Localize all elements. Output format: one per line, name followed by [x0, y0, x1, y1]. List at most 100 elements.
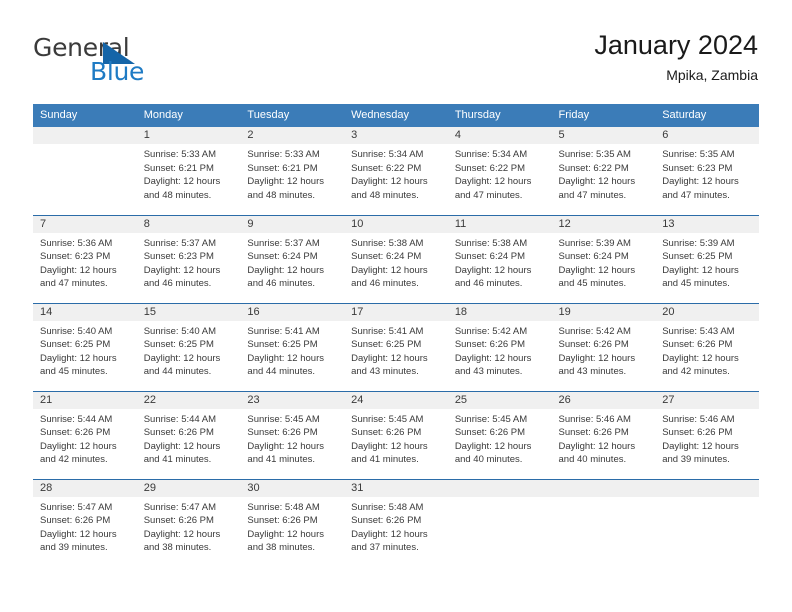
day-number: 2 [240, 127, 345, 144]
calendar-day-cell[interactable]: 1 Sunrise: 5:33 AM Sunset: 6:21 PM Daylight… [136, 127, 241, 215]
sunrise-text: Sunrise: 5:48 AM [247, 501, 320, 513]
day-number: 22 [136, 391, 241, 409]
calendar-day-cell[interactable]: 19 Sunrise: 5:42 AM Sunset: 6:26 PM Dayligh… [551, 302, 656, 391]
sunrise-text: Sunrise: 5:36 AM [40, 237, 113, 249]
calendar-day-cell[interactable]: 22 Sunrise: 5:44 AM Sunset: 6:26 PM Dayligh… [136, 390, 241, 479]
daylight-text-line1: Daylight: 12 hours [351, 528, 428, 540]
calendar-day-cell[interactable]: 18 Sunrise: 5:42 AM Sunset: 6:26 PM Dayligh… [447, 302, 552, 391]
calendar-day-cell[interactable]: 6 Sunrise: 5:35 AM Sunset: 6:23 PM Daylight… [655, 127, 759, 215]
calendar-day-cell[interactable]: 14 Sunrise: 5:40 AM Sunset: 6:25 PM Dayligh… [33, 302, 137, 391]
day-number [33, 127, 137, 144]
day-number: 6 [655, 127, 759, 144]
calendar-day-cell[interactable]: 30 Sunrise: 5:48 AM Sunset: 6:26 PM Dayligh… [240, 478, 345, 567]
calendar-day-cell[interactable]: 23 Sunrise: 5:45 AM Sunset: 6:26 PM Dayligh… [240, 390, 345, 479]
sunrise-text: Sunrise: 5:34 AM [351, 149, 424, 160]
calendar-day-cell[interactable]: 25 Sunrise: 5:45 AM Sunset: 6:26 PM Dayligh… [447, 390, 552, 479]
weekday-header-monday: Monday [136, 104, 241, 127]
calendar-day-cell[interactable]: 28 Sunrise: 5:47 AM Sunset: 6:26 PM Dayligh… [33, 478, 137, 567]
calendar-day-cell[interactable]: 9 Sunrise: 5:37 AM Sunset: 6:24 PM Daylight… [240, 214, 345, 303]
daylight-text-line2: and 38 minutes. [143, 542, 212, 553]
day-number: 27 [655, 391, 759, 409]
day-details: Sunrise: 5:45 AM Sunset: 6:26 PM Daylight:… [240, 409, 344, 467]
calendar-day-cell[interactable]: 21 Sunrise: 5:44 AM Sunset: 6:26 PM Dayligh… [33, 390, 137, 479]
daylight-text-line2: and 45 minutes. [40, 366, 108, 377]
daylight-text-line2: and 38 minutes. [247, 542, 316, 553]
day-number: 19 [551, 303, 656, 321]
daylight-text-line2: and 39 minutes. [40, 542, 108, 553]
calendar-day-cell[interactable]: 13 Sunrise: 5:39 AM Sunset: 6:25 PM Dayligh… [655, 214, 759, 303]
sunset-text: Sunset: 6:26 PM [247, 427, 318, 438]
day-details: Sunrise: 5:44 AM Sunset: 6:26 PM Daylight:… [137, 409, 241, 467]
daylight-text-line1: Daylight: 12 hours [247, 264, 324, 276]
daylight-text-line1: Daylight: 12 hours [40, 440, 117, 452]
day-details: Sunrise: 5:41 AM Sunset: 6:25 PM Daylight:… [240, 321, 344, 379]
day-number: 3 [344, 127, 448, 144]
day-number: 16 [240, 303, 345, 321]
day-number: 20 [655, 303, 759, 321]
day-number: 4 [447, 127, 552, 144]
calendar-day-cell[interactable]: 5 Sunrise: 5:35 AM Sunset: 6:22 PM Daylight… [551, 127, 656, 215]
calendar-day-cell[interactable]: 29 Sunrise: 5:47 AM Sunset: 6:26 PM Dayligh… [136, 478, 241, 567]
calendar-week-row: 7 Sunrise: 5:36 AM Sunset: 6:23 PM Daylight… [33, 214, 759, 303]
sunset-text: Sunset: 6:26 PM [40, 515, 111, 526]
sunrise-text: Sunrise: 5:42 AM [558, 325, 631, 337]
daylight-text-line2: and 48 minutes. [247, 189, 316, 201]
sunset-text: Sunset: 6:24 PM [454, 251, 526, 262]
weekday-header-saturday: Saturday [655, 104, 759, 127]
daylight-text-line1: Daylight: 12 hours [351, 176, 428, 187]
sunrise-text: Sunrise: 5:39 AM [558, 237, 631, 249]
calendar-day-cell[interactable]: 17 Sunrise: 5:41 AM Sunset: 6:25 PM Dayligh… [344, 302, 448, 391]
sunrise-text: Sunrise: 5:35 AM [662, 149, 735, 160]
day-details: Sunrise: 5:43 AM Sunset: 6:26 PM Daylight:… [655, 321, 759, 379]
daylight-text-line2: and 39 minutes. [662, 454, 730, 465]
page-header: General Blue January 2024 Mpika, Zambia [0, 0, 792, 100]
sunrise-text: Sunrise: 5:38 AM [351, 237, 424, 249]
calendar-day-cell[interactable]: 2 Sunrise: 5:33 AM Sunset: 6:21 PM Daylight… [240, 127, 345, 215]
daylight-text-line2: and 42 minutes. [40, 454, 108, 465]
calendar-day-cell[interactable]: 16 Sunrise: 5:41 AM Sunset: 6:25 PM Dayligh… [240, 302, 345, 391]
calendar-day-cell[interactable]: 15 Sunrise: 5:40 AM Sunset: 6:25 PM Dayligh… [136, 302, 241, 391]
calendar-day-cell[interactable]: 26 Sunrise: 5:46 AM Sunset: 6:26 PM Dayligh… [551, 390, 656, 479]
daylight-text-line2: and 46 minutes. [247, 278, 316, 289]
calendar-day-cell[interactable]: 4 Sunrise: 5:34 AM Sunset: 6:22 PM Daylight… [447, 127, 552, 215]
calendar-day-cell[interactable]: 3 Sunrise: 5:34 AM Sunset: 6:22 PM Daylight… [344, 127, 448, 215]
day-number: 24 [344, 391, 448, 409]
day-details: Sunrise: 5:47 AM Sunset: 6:26 PM Daylight:… [33, 497, 137, 555]
day-number: 26 [551, 391, 656, 409]
daylight-text-line2: and 42 minutes. [662, 366, 730, 377]
daylight-text-line2: and 45 minutes. [662, 278, 730, 289]
daylight-text-line2: and 46 minutes. [351, 278, 419, 289]
day-details: Sunrise: 5:36 AM Sunset: 6:23 PM Daylight:… [33, 233, 137, 291]
daylight-text-line2: and 44 minutes. [247, 366, 316, 377]
day-number: 12 [551, 215, 656, 233]
calendar-day-cell[interactable]: 31 Sunrise: 5:48 AM Sunset: 6:26 PM Dayligh… [344, 478, 448, 567]
sunset-text: Sunset: 6:26 PM [143, 515, 214, 526]
day-details: Sunrise: 5:33 AM Sunset: 6:21 PM Daylight:… [137, 144, 241, 202]
sunset-text: Sunset: 6:24 PM [247, 251, 318, 262]
title-block: January 2024 Mpika, Zambia [594, 28, 758, 84]
calendar-day-cell[interactable]: 11 Sunrise: 5:38 AM Sunset: 6:24 PM Dayligh… [447, 214, 552, 303]
day-number: 15 [136, 303, 241, 321]
day-details: Sunrise: 5:45 AM Sunset: 6:26 PM Daylight:… [344, 409, 448, 467]
calendar-day-cell[interactable]: 10 Sunrise: 5:38 AM Sunset: 6:24 PM Dayligh… [344, 214, 448, 303]
calendar-day-cell[interactable]: 20 Sunrise: 5:43 AM Sunset: 6:26 PM Dayligh… [655, 302, 759, 391]
daylight-text-line1: Daylight: 12 hours [247, 176, 324, 187]
sunrise-text: Sunrise: 5:45 AM [247, 413, 320, 425]
sunset-text: Sunset: 6:21 PM [143, 162, 214, 174]
logo-text-blue: Blue [90, 57, 145, 86]
sunrise-text: Sunrise: 5:48 AM [351, 501, 424, 513]
sunset-text: Sunset: 6:23 PM [662, 162, 733, 174]
day-details: Sunrise: 5:38 AM Sunset: 6:24 PM Daylight:… [344, 233, 448, 291]
calendar-day-cell[interactable]: 7 Sunrise: 5:36 AM Sunset: 6:23 PM Daylight… [33, 214, 137, 303]
sunset-text: Sunset: 6:26 PM [40, 427, 111, 438]
day-number: 10 [344, 215, 448, 233]
day-number [447, 479, 552, 497]
calendar-day-cell[interactable]: 27 Sunrise: 5:46 AM Sunset: 6:26 PM Dayligh… [655, 390, 759, 479]
calendar-day-cell[interactable]: 24 Sunrise: 5:45 AM Sunset: 6:26 PM Dayligh… [344, 390, 448, 479]
calendar-day-cell[interactable]: 12 Sunrise: 5:39 AM Sunset: 6:24 PM Dayligh… [551, 214, 656, 303]
daylight-text-line1: Daylight: 12 hours [558, 176, 636, 187]
weekday-header-thursday: Thursday [447, 104, 552, 127]
general-blue-logo: General Blue [33, 33, 213, 89]
calendar-day-cell[interactable]: 8 Sunrise: 5:37 AM Sunset: 6:23 PM Daylight… [136, 214, 241, 303]
daylight-text-line1: Daylight: 12 hours [662, 176, 739, 187]
